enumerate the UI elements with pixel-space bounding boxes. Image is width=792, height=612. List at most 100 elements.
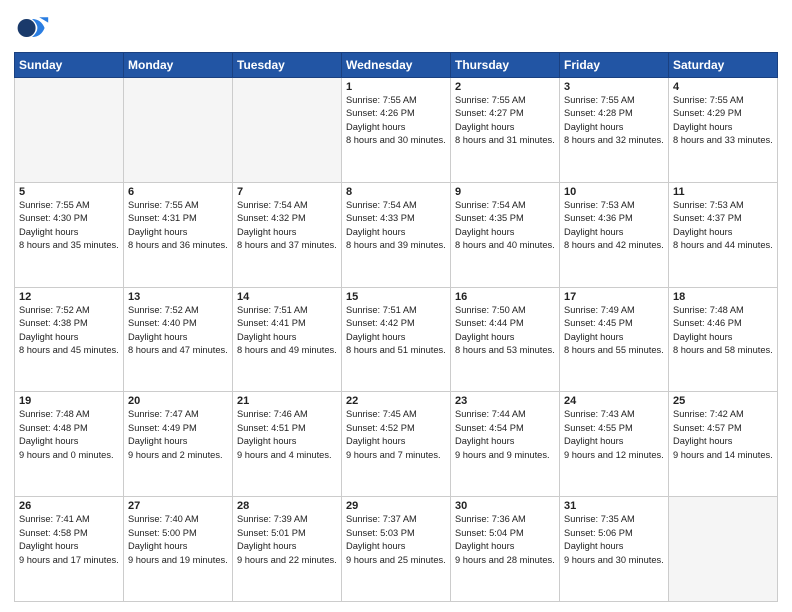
day-number: 19 bbox=[19, 395, 119, 407]
day-number: 16 bbox=[455, 291, 555, 303]
day-number: 18 bbox=[673, 291, 773, 303]
calendar-cell: 23Sunrise: 7:44 AMSunset: 4:54 PMDayligh… bbox=[451, 392, 560, 497]
day-info: Sunrise: 7:48 AMSunset: 4:48 PMDaylight … bbox=[19, 408, 119, 462]
day-number: 13 bbox=[128, 291, 228, 303]
calendar-table: SundayMondayTuesdayWednesdayThursdayFrid… bbox=[14, 52, 778, 602]
day-number: 28 bbox=[237, 500, 337, 512]
calendar-cell: 5Sunrise: 7:55 AMSunset: 4:30 PMDaylight… bbox=[15, 182, 124, 287]
day-info: Sunrise: 7:43 AMSunset: 4:55 PMDaylight … bbox=[564, 408, 664, 462]
day-info: Sunrise: 7:53 AMSunset: 4:37 PMDaylight … bbox=[673, 199, 773, 253]
day-number: 3 bbox=[564, 81, 664, 93]
day-number: 21 bbox=[237, 395, 337, 407]
day-info: Sunrise: 7:55 AMSunset: 4:26 PMDaylight … bbox=[346, 94, 446, 148]
calendar-cell: 8Sunrise: 7:54 AMSunset: 4:33 PMDaylight… bbox=[342, 182, 451, 287]
day-number: 9 bbox=[455, 186, 555, 198]
logo-icon bbox=[14, 10, 50, 46]
calendar-cell: 20Sunrise: 7:47 AMSunset: 4:49 PMDayligh… bbox=[124, 392, 233, 497]
calendar-cell bbox=[233, 78, 342, 183]
day-number: 20 bbox=[128, 395, 228, 407]
calendar-cell: 11Sunrise: 7:53 AMSunset: 4:37 PMDayligh… bbox=[669, 182, 778, 287]
calendar-cell: 28Sunrise: 7:39 AMSunset: 5:01 PMDayligh… bbox=[233, 497, 342, 602]
weekday-header-tuesday: Tuesday bbox=[233, 53, 342, 78]
day-info: Sunrise: 7:55 AMSunset: 4:31 PMDaylight … bbox=[128, 199, 228, 253]
day-number: 15 bbox=[346, 291, 446, 303]
day-info: Sunrise: 7:50 AMSunset: 4:44 PMDaylight … bbox=[455, 304, 555, 358]
calendar-cell: 7Sunrise: 7:54 AMSunset: 4:32 PMDaylight… bbox=[233, 182, 342, 287]
calendar-week-row: 5Sunrise: 7:55 AMSunset: 4:30 PMDaylight… bbox=[15, 182, 778, 287]
day-info: Sunrise: 7:53 AMSunset: 4:36 PMDaylight … bbox=[564, 199, 664, 253]
calendar-cell: 12Sunrise: 7:52 AMSunset: 4:38 PMDayligh… bbox=[15, 287, 124, 392]
calendar-week-row: 1Sunrise: 7:55 AMSunset: 4:26 PMDaylight… bbox=[15, 78, 778, 183]
weekday-header-thursday: Thursday bbox=[451, 53, 560, 78]
calendar-cell: 30Sunrise: 7:36 AMSunset: 5:04 PMDayligh… bbox=[451, 497, 560, 602]
calendar-cell: 13Sunrise: 7:52 AMSunset: 4:40 PMDayligh… bbox=[124, 287, 233, 392]
weekday-header-friday: Friday bbox=[560, 53, 669, 78]
day-info: Sunrise: 7:35 AMSunset: 5:06 PMDaylight … bbox=[564, 513, 664, 567]
day-number: 17 bbox=[564, 291, 664, 303]
day-info: Sunrise: 7:54 AMSunset: 4:35 PMDaylight … bbox=[455, 199, 555, 253]
day-number: 5 bbox=[19, 186, 119, 198]
day-info: Sunrise: 7:54 AMSunset: 4:32 PMDaylight … bbox=[237, 199, 337, 253]
day-info: Sunrise: 7:51 AMSunset: 4:42 PMDaylight … bbox=[346, 304, 446, 358]
calendar-cell bbox=[669, 497, 778, 602]
day-info: Sunrise: 7:47 AMSunset: 4:49 PMDaylight … bbox=[128, 408, 228, 462]
calendar-cell: 9Sunrise: 7:54 AMSunset: 4:35 PMDaylight… bbox=[451, 182, 560, 287]
calendar-cell: 29Sunrise: 7:37 AMSunset: 5:03 PMDayligh… bbox=[342, 497, 451, 602]
calendar-week-row: 26Sunrise: 7:41 AMSunset: 4:58 PMDayligh… bbox=[15, 497, 778, 602]
weekday-header-sunday: Sunday bbox=[15, 53, 124, 78]
calendar-week-row: 12Sunrise: 7:52 AMSunset: 4:38 PMDayligh… bbox=[15, 287, 778, 392]
weekday-header-monday: Monday bbox=[124, 53, 233, 78]
day-info: Sunrise: 7:52 AMSunset: 4:38 PMDaylight … bbox=[19, 304, 119, 358]
page: SundayMondayTuesdayWednesdayThursdayFrid… bbox=[0, 0, 792, 612]
calendar-header-row: SundayMondayTuesdayWednesdayThursdayFrid… bbox=[15, 53, 778, 78]
calendar-cell: 26Sunrise: 7:41 AMSunset: 4:58 PMDayligh… bbox=[15, 497, 124, 602]
day-info: Sunrise: 7:40 AMSunset: 5:00 PMDaylight … bbox=[128, 513, 228, 567]
day-number: 25 bbox=[673, 395, 773, 407]
calendar-cell: 16Sunrise: 7:50 AMSunset: 4:44 PMDayligh… bbox=[451, 287, 560, 392]
day-info: Sunrise: 7:36 AMSunset: 5:04 PMDaylight … bbox=[455, 513, 555, 567]
day-number: 26 bbox=[19, 500, 119, 512]
day-number: 1 bbox=[346, 81, 446, 93]
logo bbox=[14, 10, 54, 46]
day-info: Sunrise: 7:55 AMSunset: 4:30 PMDaylight … bbox=[19, 199, 119, 253]
calendar-cell: 25Sunrise: 7:42 AMSunset: 4:57 PMDayligh… bbox=[669, 392, 778, 497]
day-number: 31 bbox=[564, 500, 664, 512]
calendar-cell: 14Sunrise: 7:51 AMSunset: 4:41 PMDayligh… bbox=[233, 287, 342, 392]
calendar-cell: 27Sunrise: 7:40 AMSunset: 5:00 PMDayligh… bbox=[124, 497, 233, 602]
day-info: Sunrise: 7:48 AMSunset: 4:46 PMDaylight … bbox=[673, 304, 773, 358]
calendar-cell: 2Sunrise: 7:55 AMSunset: 4:27 PMDaylight… bbox=[451, 78, 560, 183]
day-info: Sunrise: 7:54 AMSunset: 4:33 PMDaylight … bbox=[346, 199, 446, 253]
day-info: Sunrise: 7:44 AMSunset: 4:54 PMDaylight … bbox=[455, 408, 555, 462]
weekday-header-saturday: Saturday bbox=[669, 53, 778, 78]
day-number: 29 bbox=[346, 500, 446, 512]
day-info: Sunrise: 7:55 AMSunset: 4:28 PMDaylight … bbox=[564, 94, 664, 148]
day-number: 7 bbox=[237, 186, 337, 198]
day-info: Sunrise: 7:39 AMSunset: 5:01 PMDaylight … bbox=[237, 513, 337, 567]
day-info: Sunrise: 7:42 AMSunset: 4:57 PMDaylight … bbox=[673, 408, 773, 462]
day-info: Sunrise: 7:55 AMSunset: 4:29 PMDaylight … bbox=[673, 94, 773, 148]
day-number: 12 bbox=[19, 291, 119, 303]
weekday-header-wednesday: Wednesday bbox=[342, 53, 451, 78]
day-info: Sunrise: 7:46 AMSunset: 4:51 PMDaylight … bbox=[237, 408, 337, 462]
day-info: Sunrise: 7:45 AMSunset: 4:52 PMDaylight … bbox=[346, 408, 446, 462]
day-info: Sunrise: 7:41 AMSunset: 4:58 PMDaylight … bbox=[19, 513, 119, 567]
day-info: Sunrise: 7:52 AMSunset: 4:40 PMDaylight … bbox=[128, 304, 228, 358]
calendar-cell bbox=[124, 78, 233, 183]
day-number: 24 bbox=[564, 395, 664, 407]
day-number: 2 bbox=[455, 81, 555, 93]
calendar-week-row: 19Sunrise: 7:48 AMSunset: 4:48 PMDayligh… bbox=[15, 392, 778, 497]
calendar-cell: 15Sunrise: 7:51 AMSunset: 4:42 PMDayligh… bbox=[342, 287, 451, 392]
calendar-cell: 19Sunrise: 7:48 AMSunset: 4:48 PMDayligh… bbox=[15, 392, 124, 497]
day-number: 30 bbox=[455, 500, 555, 512]
calendar-cell: 31Sunrise: 7:35 AMSunset: 5:06 PMDayligh… bbox=[560, 497, 669, 602]
day-number: 6 bbox=[128, 186, 228, 198]
day-number: 27 bbox=[128, 500, 228, 512]
day-number: 14 bbox=[237, 291, 337, 303]
day-number: 11 bbox=[673, 186, 773, 198]
calendar-cell: 10Sunrise: 7:53 AMSunset: 4:36 PMDayligh… bbox=[560, 182, 669, 287]
calendar-cell: 17Sunrise: 7:49 AMSunset: 4:45 PMDayligh… bbox=[560, 287, 669, 392]
calendar-cell: 6Sunrise: 7:55 AMSunset: 4:31 PMDaylight… bbox=[124, 182, 233, 287]
day-info: Sunrise: 7:55 AMSunset: 4:27 PMDaylight … bbox=[455, 94, 555, 148]
day-info: Sunrise: 7:49 AMSunset: 4:45 PMDaylight … bbox=[564, 304, 664, 358]
day-info: Sunrise: 7:51 AMSunset: 4:41 PMDaylight … bbox=[237, 304, 337, 358]
